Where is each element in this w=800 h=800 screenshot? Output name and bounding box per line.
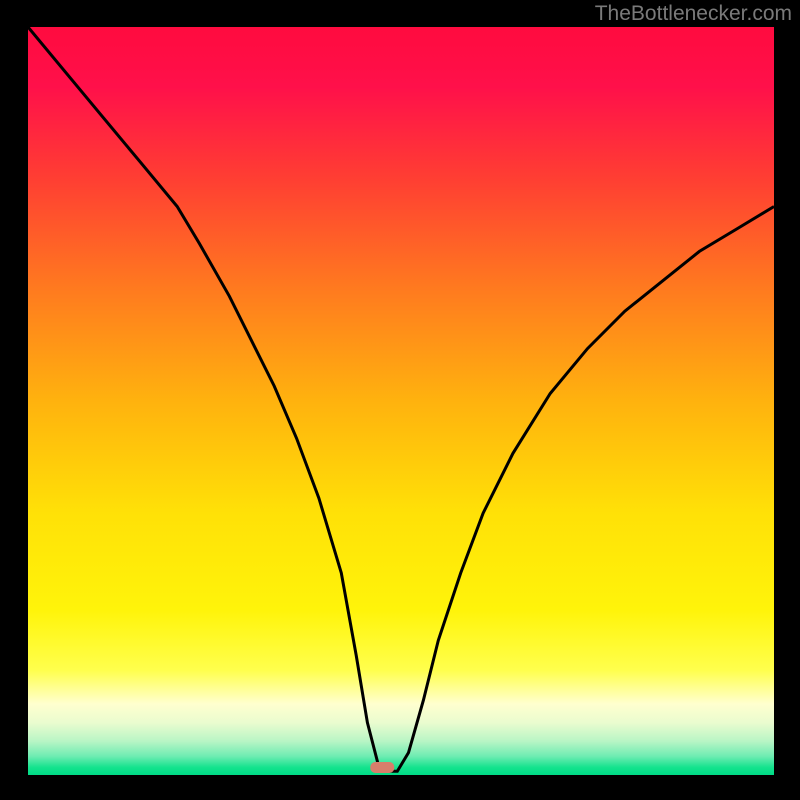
watermark-text: TheBottlenecker.com [595, 2, 792, 26]
bottleneck-chart [0, 0, 800, 800]
optimal-marker [370, 762, 394, 773]
chart-stage: TheBottlenecker.com [0, 0, 800, 800]
gradient-background [28, 27, 774, 775]
plot-area [28, 27, 774, 775]
